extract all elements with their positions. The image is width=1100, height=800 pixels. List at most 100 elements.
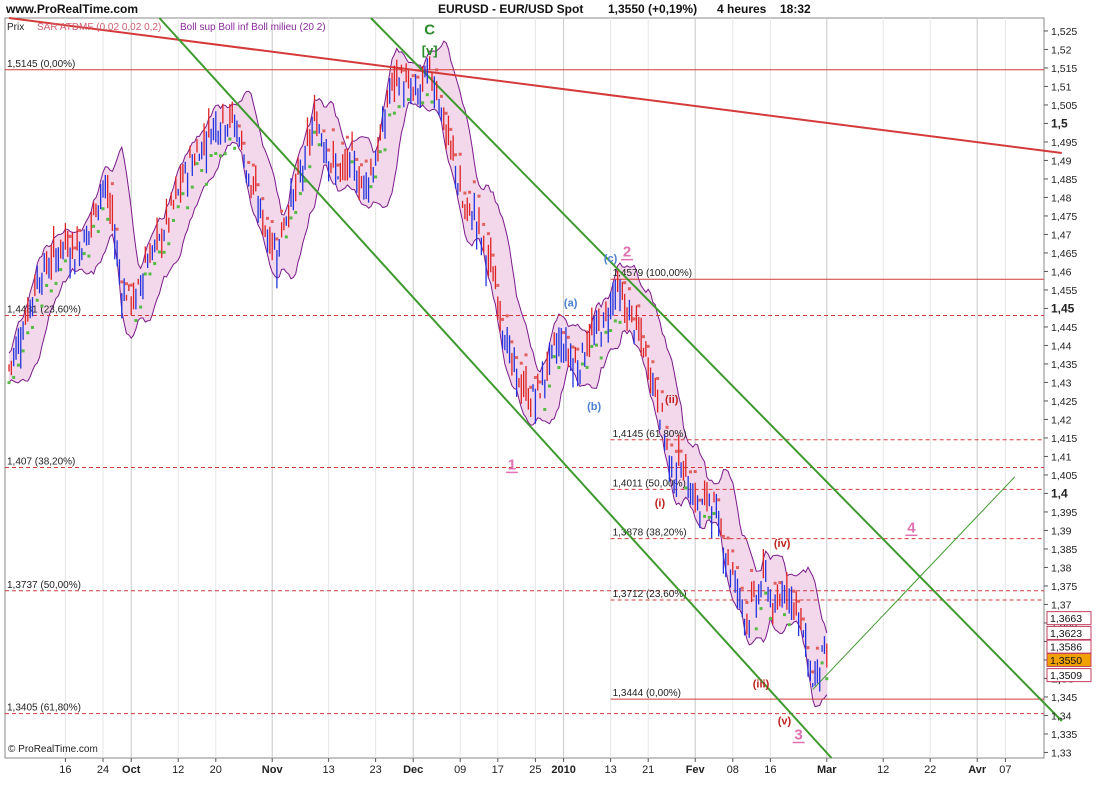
sar-dot bbox=[585, 365, 589, 369]
sar-dot bbox=[609, 329, 613, 333]
y-tick-label: 1,385 bbox=[1051, 544, 1077, 556]
sar-dot bbox=[327, 148, 331, 152]
wave-label: (b) bbox=[587, 401, 601, 413]
sar-dot bbox=[825, 677, 829, 681]
sar-dot bbox=[632, 317, 636, 321]
sar-dot bbox=[552, 355, 556, 359]
sar-dot bbox=[548, 384, 551, 388]
sar-dot bbox=[49, 289, 53, 293]
fib-level-label: 1,3737 (50,00%) bbox=[7, 580, 81, 591]
sar-dot bbox=[439, 94, 443, 98]
fib-level-label: 1,4145 (61,80%) bbox=[613, 429, 687, 440]
y-tick-label: 1,515 bbox=[1051, 63, 1077, 75]
legend-sar: SAR ATDMF (0,02 0,02 0,2) bbox=[37, 22, 161, 33]
sar-dot bbox=[195, 162, 199, 166]
sar-dot bbox=[275, 237, 279, 241]
x-tick-label: 20 bbox=[210, 764, 222, 776]
price-chart[interactable]: 1,5145 (0,00%) 1,4481 (23,60%) 1,407 (38,2… bbox=[0, 0, 1100, 800]
x-tick-label: 16 bbox=[59, 764, 71, 776]
sar-dot bbox=[731, 549, 735, 553]
sar-dot bbox=[261, 197, 265, 201]
sar-dot bbox=[698, 498, 702, 502]
sar-dot bbox=[505, 314, 509, 318]
sar-dot bbox=[430, 100, 434, 104]
x-tick-label: 2010 bbox=[551, 764, 575, 776]
sar-dot bbox=[726, 536, 730, 540]
sar-dot bbox=[186, 206, 190, 210]
sar-dot bbox=[435, 68, 439, 72]
sar-dot bbox=[745, 600, 749, 604]
fib-level-label: 1,407 (38,20%) bbox=[7, 457, 75, 468]
sar-dot bbox=[425, 93, 429, 97]
sar-dot bbox=[717, 498, 721, 502]
sar-dot bbox=[73, 246, 77, 250]
sar-dot bbox=[21, 349, 25, 353]
sar-dot bbox=[571, 345, 575, 349]
sar-dot bbox=[595, 343, 598, 347]
sar-dot bbox=[289, 216, 293, 220]
sar-dot bbox=[482, 222, 486, 226]
x-tick-label: 17 bbox=[492, 764, 504, 776]
price-label: 1,3586 bbox=[1050, 642, 1082, 654]
y-tick-label: 1,49 bbox=[1051, 155, 1072, 167]
copyright: © ProRealTime.com bbox=[8, 744, 98, 755]
sar-dot bbox=[811, 670, 815, 674]
x-tick-label: 13 bbox=[322, 764, 334, 776]
x-tick-label: Oct bbox=[122, 764, 141, 776]
fib-level-label: 1,5145 (0,00%) bbox=[7, 59, 75, 70]
sar-dot bbox=[360, 163, 363, 167]
y-tick-label: 1,345 bbox=[1051, 692, 1077, 704]
sar-dot bbox=[604, 330, 608, 334]
sar-dot bbox=[618, 320, 622, 324]
y-tick-label: 1,465 bbox=[1051, 248, 1077, 260]
wave-label: C bbox=[424, 22, 435, 39]
sar-dot bbox=[92, 224, 96, 228]
sar-dot bbox=[120, 280, 124, 284]
sar-dot bbox=[773, 581, 777, 585]
sar-dot bbox=[792, 589, 796, 593]
sar-dot bbox=[656, 376, 660, 380]
sar-dot bbox=[157, 250, 161, 254]
sar-dot bbox=[693, 470, 697, 474]
sar-dot bbox=[101, 207, 105, 211]
wave-label: 1 bbox=[508, 456, 516, 473]
sar-dot bbox=[388, 113, 392, 117]
sar-dot bbox=[40, 304, 44, 308]
sar-dot bbox=[679, 449, 683, 453]
sar-dot bbox=[237, 124, 241, 128]
sar-dot bbox=[190, 185, 194, 189]
y-tick-label: 1,415 bbox=[1051, 433, 1077, 445]
sar-dot bbox=[764, 591, 768, 595]
sar-dot bbox=[674, 449, 678, 453]
sar-dot bbox=[364, 159, 368, 163]
wave-label: (i) bbox=[655, 497, 666, 509]
x-tick-label: 21 bbox=[642, 764, 654, 776]
sar-dot bbox=[623, 281, 627, 285]
y-tick-label: 1,48 bbox=[1051, 192, 1072, 204]
sar-dot bbox=[392, 111, 396, 115]
sar-dot bbox=[397, 105, 401, 109]
x-tick-label: 23 bbox=[369, 764, 381, 776]
sar-dot bbox=[153, 261, 157, 265]
sar-dot bbox=[284, 235, 288, 239]
sar-dot bbox=[369, 185, 373, 189]
sar-dot bbox=[519, 361, 523, 365]
y-tick-label: 1,335 bbox=[1051, 729, 1077, 741]
sar-dot bbox=[637, 304, 641, 308]
y-tick-label: 1,405 bbox=[1051, 470, 1077, 482]
wave-label: 4 bbox=[907, 519, 916, 536]
sar-dot bbox=[35, 298, 39, 302]
sar-dot bbox=[331, 128, 335, 132]
sar-dot bbox=[562, 331, 566, 335]
y-tick-label: 1,4 bbox=[1051, 486, 1068, 500]
sar-dot bbox=[134, 319, 138, 323]
sar-dot bbox=[63, 259, 67, 263]
y-tick-label: 1,375 bbox=[1051, 581, 1077, 593]
wave-label: (a) bbox=[564, 298, 578, 310]
sar-dot bbox=[670, 443, 674, 447]
sar-dot bbox=[515, 356, 519, 360]
sar-dot bbox=[754, 627, 758, 631]
sar-dot bbox=[336, 163, 340, 167]
price-label: 1,3623 bbox=[1050, 628, 1082, 640]
fib-level-label: 1,4011 (50,00%) bbox=[613, 478, 686, 489]
